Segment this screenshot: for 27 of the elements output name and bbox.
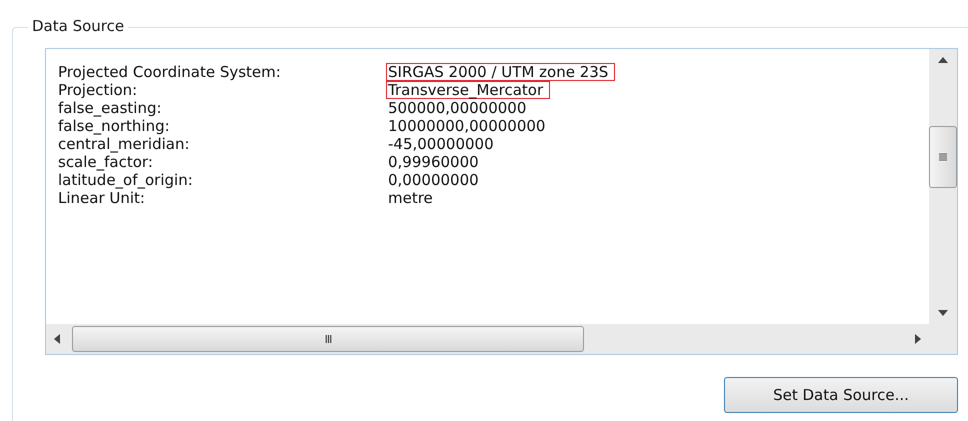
grip-icon	[938, 152, 948, 162]
property-value: 0,00000000	[387, 171, 480, 189]
horizontal-scrollbar[interactable]: III	[46, 324, 929, 354]
property-label: Projected Coordinate System:	[58, 63, 282, 81]
property-value: -45,00000000	[387, 135, 495, 153]
scroll-up-icon[interactable]	[938, 57, 948, 63]
property-label: Projection:	[58, 81, 138, 99]
property-label: false_northing:	[58, 117, 171, 135]
property-label: Linear Unit:	[58, 189, 146, 207]
property-value: 500000,00000000	[387, 99, 528, 117]
set-data-source-button[interactable]: Set Data Source...	[724, 377, 958, 413]
scroll-down-icon[interactable]	[938, 310, 948, 316]
property-value: Transverse_Mercator	[386, 81, 550, 99]
vertical-scrollbar[interactable]	[929, 49, 957, 324]
property-value: SIRGAS 2000 / UTM zone 23S	[386, 63, 616, 81]
scroll-left-icon[interactable]	[54, 334, 60, 344]
property-value: 0,99960000	[387, 153, 480, 171]
property-label: central_meridian:	[58, 135, 191, 153]
property-label: false_easting:	[58, 99, 163, 117]
scroll-thumb[interactable]: III	[72, 326, 584, 352]
property-value: 10000000,00000000	[387, 117, 546, 135]
property-value: metre	[387, 189, 434, 207]
scroll-thumb[interactable]	[929, 126, 957, 188]
property-label: latitude_of_origin:	[58, 171, 194, 189]
property-label: scale_factor:	[58, 153, 154, 171]
scroll-right-icon[interactable]	[915, 334, 921, 344]
text-box[interactable]	[45, 48, 958, 355]
